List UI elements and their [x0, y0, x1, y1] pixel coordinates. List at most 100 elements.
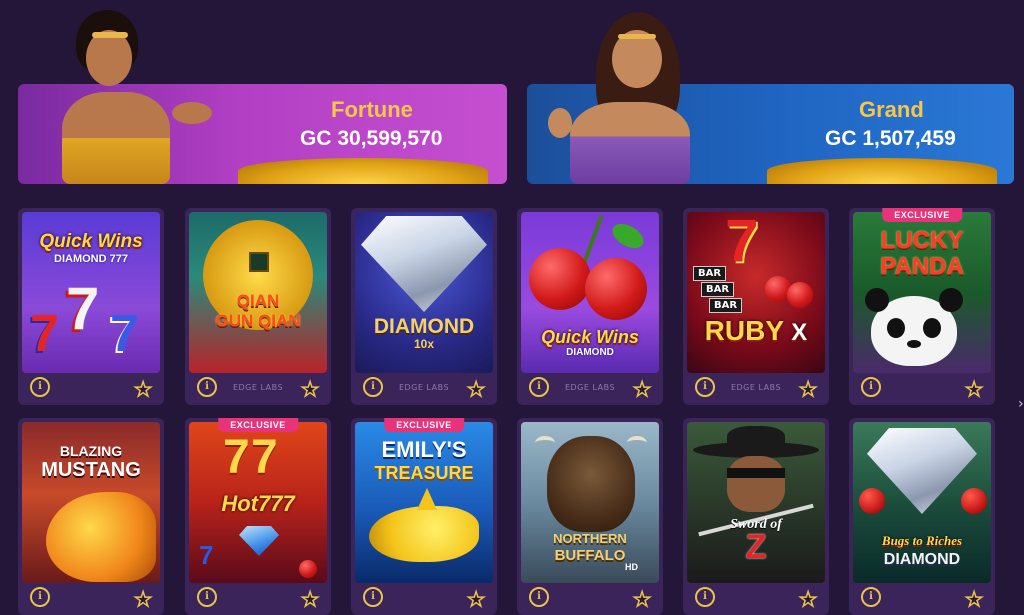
game-thumbnail[interactable]: NORTHERN BUFFALO HD	[521, 422, 659, 583]
game-thumbnail[interactable]: Sword of Z	[687, 422, 825, 583]
jackpot-amount: GC 30,599,570	[300, 127, 443, 150]
game-title: LUCKY	[880, 227, 964, 254]
game-thumbnail[interactable]: BLAZING MUSTANG	[22, 422, 160, 583]
game-tile-northern-buffalo[interactable]: NORTHERN BUFFALO HD i ★	[517, 418, 663, 615]
game-subtitle: TREASURE	[374, 463, 474, 483]
exclusive-badge: EXCLUSIVE	[384, 418, 464, 432]
star-icon[interactable]: ★	[964, 588, 983, 610]
game-title: EMILY'S	[381, 437, 467, 462]
seven-symbol: 7	[223, 431, 250, 484]
game-title-text: RUBY	[704, 315, 784, 346]
game-thumbnail[interactable]: 7 7 Hot777 7	[189, 422, 327, 583]
cherry-icon	[585, 258, 647, 320]
game-thumbnail[interactable]: Bugs to Riches DIAMOND	[853, 422, 991, 583]
game-tile-qian-gun-qian[interactable]: QIAN GUN QIAN i EDGE LABS ★	[185, 208, 331, 405]
game-subtitle: 777	[257, 491, 295, 516]
diamond-icon	[361, 216, 487, 312]
star-icon[interactable]: ★	[133, 588, 152, 610]
bar-symbol: BAR	[693, 266, 727, 281]
star-icon[interactable]: ★	[300, 588, 319, 610]
star-icon[interactable]: ★	[632, 378, 651, 400]
ladybug-icon	[859, 488, 885, 514]
cherry-icon	[299, 560, 317, 578]
star-icon[interactable]: ★	[798, 588, 817, 610]
game-title: BLAZING	[59, 443, 123, 459]
game-subtitle: MUSTANG	[41, 459, 141, 481]
game-thumbnail[interactable]: LUCKY PANDA	[853, 212, 991, 373]
gold-coins-pile	[238, 158, 488, 184]
info-icon[interactable]: i	[30, 587, 50, 607]
seven-symbol: 7	[110, 305, 139, 363]
jackpot-title: Fortune	[331, 97, 413, 122]
horse-image	[46, 492, 156, 582]
gold-coins-pile	[767, 158, 997, 184]
game-title-text: Hot	[221, 491, 258, 516]
bar-symbol: BAR	[709, 298, 743, 313]
hd-label: HD	[625, 562, 638, 572]
info-icon[interactable]: i	[30, 377, 50, 397]
game-title: QIAN	[236, 291, 280, 310]
game-title: NORTHERN	[553, 531, 627, 546]
chevron-right-icon[interactable]: ›	[1018, 396, 1024, 412]
game-tile-lucky-panda[interactable]: EXCLUSIVE LUCKY PANDA i ★	[849, 208, 995, 405]
game-tile-quick-wins-diamond[interactable]: Quick Wins DIAMOND i EDGE LABS ★	[517, 208, 663, 405]
info-icon[interactable]: i	[861, 587, 881, 607]
game-tile-blazing-mustang[interactable]: BLAZING MUSTANG i ★	[18, 418, 164, 615]
game-thumbnail[interactable]: 7 BAR BAR BAR RUBY X	[687, 212, 825, 373]
game-tile-quick-wins-diamond-777[interactable]: Quick Wins DIAMOND 777 7 7 7 i ★	[18, 208, 164, 405]
game-title: Bugs to Riches	[881, 533, 963, 548]
game-thumbnail[interactable]: Quick Wins DIAMOND 777 7 7 7	[22, 212, 160, 373]
star-icon[interactable]: ★	[632, 588, 651, 610]
exclusive-badge: EXCLUSIVE	[882, 208, 962, 222]
game-subtitle: Z	[745, 528, 767, 566]
game-title: Quick Wins	[541, 327, 639, 347]
seven-symbol: 7	[199, 540, 214, 570]
game-thumbnail[interactable]: DIAMOND 10x	[355, 212, 493, 373]
jackpot-title: Grand	[859, 97, 924, 122]
game-title: Quick Wins	[39, 231, 143, 252]
star-icon[interactable]: ★	[798, 378, 817, 400]
seven-symbol: 7	[66, 275, 100, 342]
game-subtitle: DIAMOND 777	[54, 253, 128, 265]
shark-image	[369, 506, 479, 562]
game-subtitle: DIAMOND	[566, 347, 614, 358]
cherry-icon	[529, 248, 591, 310]
bar-symbol: BAR	[701, 282, 735, 297]
game-thumbnail[interactable]: EMILY'S TREASURE	[355, 422, 493, 583]
game-tile-sword-of-z[interactable]: Sword of Z i ★	[683, 418, 829, 615]
star-icon[interactable]: ★	[466, 588, 485, 610]
info-icon[interactable]: i	[861, 377, 881, 397]
game-thumbnail[interactable]: QIAN GUN QIAN	[189, 212, 327, 373]
seven-symbol: 7	[251, 431, 278, 484]
game-subtitle: DIAMOND	[883, 551, 961, 568]
jackpot-amount: GC 1,507,459	[825, 127, 956, 150]
game-subtitle: PANDA	[880, 253, 964, 280]
game-tile-bugs-to-riches-diamond[interactable]: Bugs to Riches DIAMOND i ★	[849, 418, 995, 615]
info-icon[interactable]: i	[363, 587, 383, 607]
game-title: DIAMOND	[373, 315, 475, 338]
game-tile-diamond-10x[interactable]: DIAMOND 10x i EDGE LABS ★	[351, 208, 497, 405]
game-tile-hot-777[interactable]: EXCLUSIVE 7 7 Hot777 7 i ★	[185, 418, 331, 615]
game-title: RUBY X	[691, 316, 821, 345]
star-icon[interactable]: ★	[300, 378, 319, 400]
exclusive-badge: EXCLUSIVE	[218, 418, 298, 432]
game-tile-emilys-treasure[interactable]: EXCLUSIVE EMILY'S TREASURE i ★	[351, 418, 497, 615]
seven-symbol: 7	[725, 212, 759, 274]
diamond-icon	[239, 526, 279, 556]
game-thumbnail[interactable]: Quick Wins DIAMOND	[521, 212, 659, 373]
star-icon[interactable]: ★	[133, 378, 152, 400]
character-face	[727, 456, 785, 512]
info-icon[interactable]: i	[695, 587, 715, 607]
panda-image	[865, 288, 963, 366]
star-icon[interactable]: ★	[466, 378, 485, 400]
grand-character-image	[548, 12, 716, 184]
game-subtitle: X	[791, 319, 808, 346]
game-tile-ruby-x[interactable]: 7 BAR BAR BAR RUBY X i EDGE LABS ★	[683, 208, 829, 405]
info-icon[interactable]: i	[197, 587, 217, 607]
cherry-icon	[787, 282, 813, 308]
fortune-character-image	[62, 8, 212, 184]
game-subtitle: 10x	[413, 337, 435, 351]
info-icon[interactable]: i	[529, 587, 549, 607]
seven-symbol: 7	[30, 305, 59, 363]
star-icon[interactable]: ★	[964, 378, 983, 400]
